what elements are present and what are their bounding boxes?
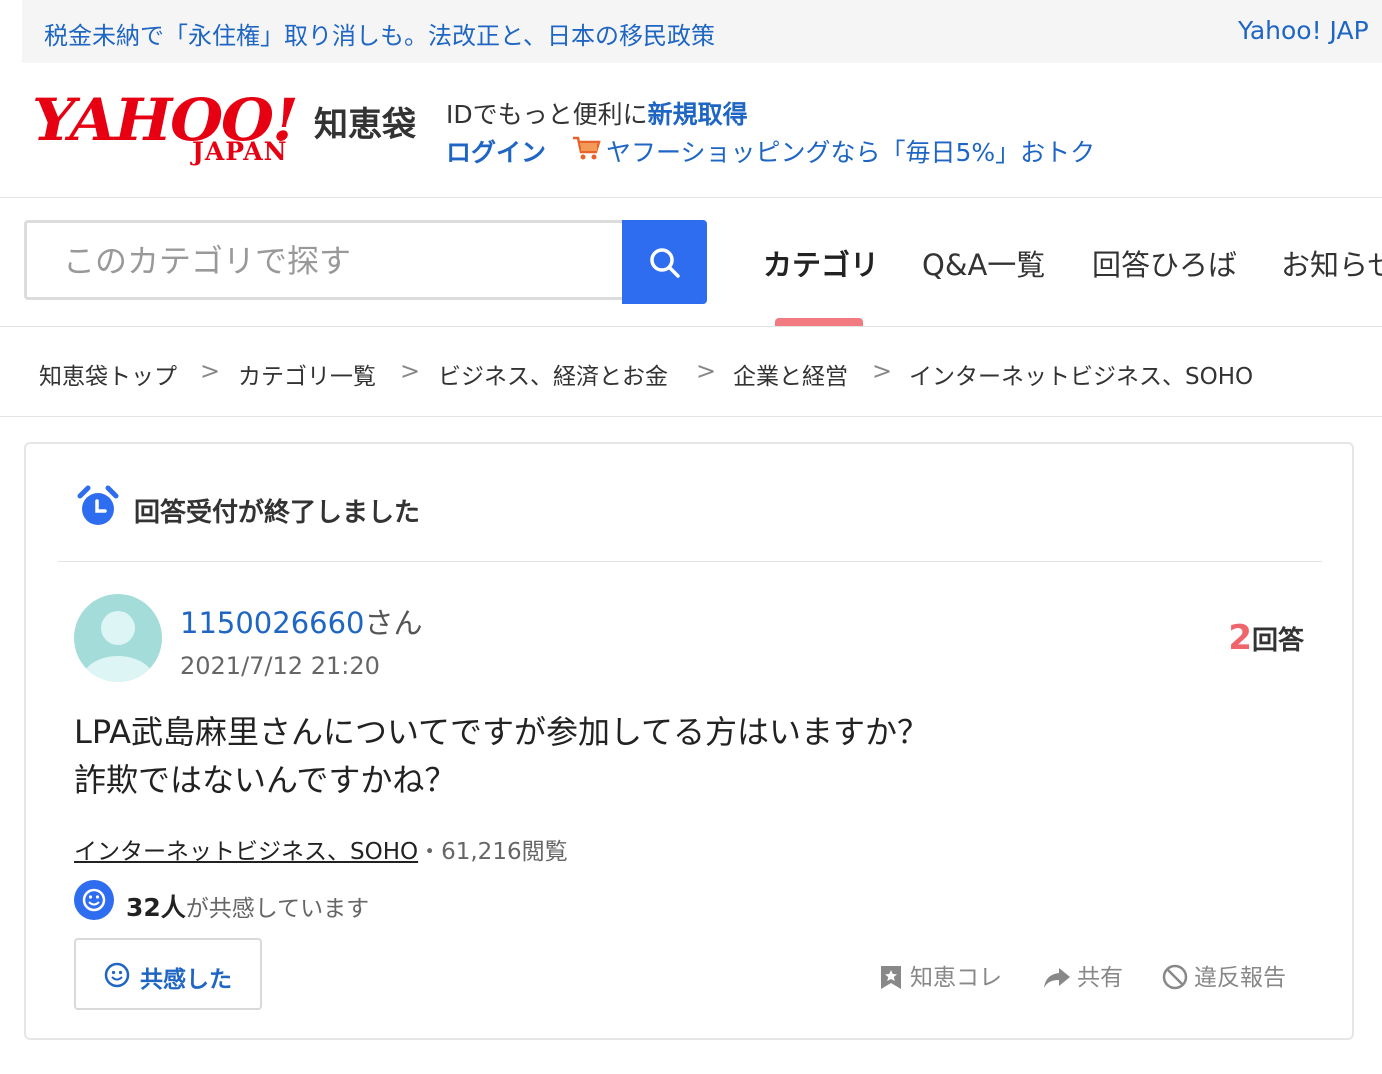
search-and-tabs: カテゴリ Q&A一覧 回答ひろば お知らせ: [0, 198, 1382, 327]
tab-qa-list[interactable]: Q&A一覧: [922, 242, 1045, 284]
prohibited-icon: [1162, 964, 1188, 990]
login-promo-line: ログイン ヤフーショッピングなら「毎日5%」おトク: [446, 133, 1095, 169]
share-label: 共有: [1077, 965, 1123, 991]
empathy-text: が共感しています: [185, 896, 370, 922]
answer-count-link[interactable]: 2回答: [1228, 618, 1304, 658]
author-suffix: さん: [364, 606, 423, 640]
id-promo-line: IDでもっと便利に新規取得: [446, 95, 748, 131]
category-link[interactable]: インターネットビジネス、SOHO: [74, 839, 418, 865]
tab-answer-plaza[interactable]: 回答ひろば: [1092, 242, 1237, 284]
question-body: LPA武島麻里さんについてですが参加してる方はいますか？ 詐欺ではないんですかね…: [74, 708, 929, 804]
share-button[interactable]: 共有: [1043, 958, 1123, 992]
question-meta: インターネットビジネス、SOHO・61,216閲覧: [74, 832, 568, 866]
breadcrumb-separator: >: [696, 357, 717, 385]
answer-count: 2: [1228, 618, 1252, 658]
alarm-clock-icon: [77, 485, 119, 525]
report-button[interactable]: 違反報告: [1162, 958, 1286, 992]
breadcrumb-separator: >: [200, 357, 221, 385]
logo-japan-text: JAPAN: [192, 137, 288, 166]
empathy-button-label: 共感した: [140, 967, 232, 993]
breadcrumb-top[interactable]: 知恵袋トップ: [39, 357, 177, 391]
breadcrumb-separator: >: [872, 357, 893, 385]
smile-icon: [104, 962, 130, 988]
login-link[interactable]: ログイン: [446, 138, 546, 167]
register-link[interactable]: 新規取得: [648, 100, 748, 129]
avatar[interactable]: [74, 594, 162, 682]
search-input[interactable]: [61, 223, 625, 299]
breadcrumb-business[interactable]: ビジネス、経済とお金: [438, 357, 668, 391]
yahoo-japan-logo[interactable]: YAHOO! JAPAN: [32, 91, 304, 167]
divider: [58, 561, 1322, 562]
search-box: [24, 220, 625, 300]
question-card: 回答受付が終了しました 1150026660さん 2021/7/12 21:20…: [24, 442, 1354, 1040]
author-link[interactable]: 1150026660: [180, 606, 365, 640]
breadcrumb-internet-business[interactable]: インターネットビジネス、SOHO: [909, 357, 1253, 391]
answer-label: 回答: [1251, 626, 1304, 656]
site-header: YAHOO! JAPAN 知恵袋 IDでもっと便利に新規取得 ログイン ヤフーシ…: [0, 63, 1382, 198]
news-headline-link[interactable]: 税金未納で「永住権」取り消しも。法改正と、日本の移民政策: [44, 16, 715, 51]
report-label: 違反報告: [1194, 965, 1286, 991]
empathy-count: 32人: [126, 893, 186, 922]
tab-category[interactable]: カテゴリ: [763, 242, 879, 284]
search-button[interactable]: [622, 220, 707, 304]
service-name[interactable]: 知恵袋: [314, 97, 416, 146]
search-icon: [650, 248, 680, 278]
shopping-promo-link[interactable]: ヤフーショッピングなら「毎日5%」おトク: [606, 138, 1095, 167]
question-line: LPA武島麻里さんについてですが参加してる方はいますか？: [74, 713, 930, 751]
breadcrumb-separator: >: [400, 357, 421, 385]
id-text: IDでもっと便利に: [446, 100, 648, 129]
share-arrow-icon: [1044, 968, 1070, 988]
tab-notices[interactable]: お知らせ: [1281, 242, 1382, 284]
question-line: 詐欺ではないんですかね？: [74, 761, 457, 799]
smile-icon: [74, 880, 114, 920]
save-label: 知恵コレ: [910, 965, 1002, 991]
yahoo-japan-link[interactable]: Yahoo! JAP: [1238, 16, 1369, 45]
breadcrumb: 知恵袋トップ > カテゴリ一覧 > ビジネス、経済とお金 > 企業と経営 > イ…: [0, 327, 1382, 417]
view-count: ・61,216閲覧: [418, 839, 568, 865]
top-news-bar: 税金未納で「永住権」取り消しも。法改正と、日本の移民政策 Yahoo! JAP: [22, 0, 1382, 63]
save-chie-collection-button[interactable]: 知恵コレ: [878, 958, 1002, 992]
bookmark-star-icon: [881, 966, 901, 989]
breadcrumb-category-list[interactable]: カテゴリ一覧: [238, 357, 376, 391]
empathy-button[interactable]: 共感した: [74, 938, 262, 1010]
post-datetime: 2021/7/12 21:20: [180, 652, 380, 680]
breadcrumb-enterprise[interactable]: 企業と経営: [733, 357, 848, 391]
shopping-cart-icon: [572, 135, 602, 167]
active-tab-indicator: [775, 318, 863, 326]
status-text: 回答受付が終了しました: [134, 498, 421, 528]
question-author: 1150026660さん: [180, 600, 423, 642]
